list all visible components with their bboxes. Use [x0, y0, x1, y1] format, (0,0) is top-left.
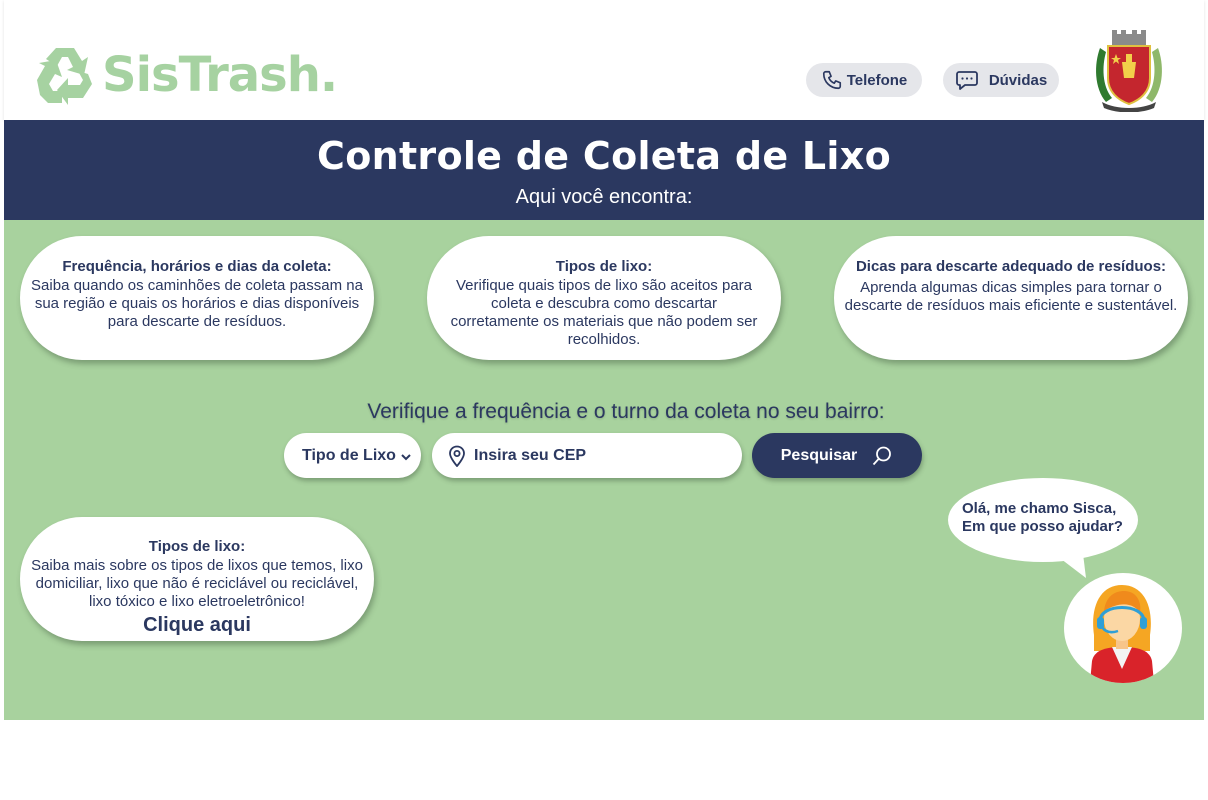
assistant-greeting-line: Olá, me chamo Sisca,: [962, 500, 1117, 517]
header: SisTrash. Telefone Dúvidas: [4, 0, 1204, 120]
phone-label: Telefone: [846, 71, 908, 89]
info-card-waste-types-more: Tipos de lixo: Saiba mais sobre os tipos…: [20, 517, 374, 641]
cep-field[interactable]: [432, 433, 742, 478]
page: SisTrash. Telefone Dúvidas Controle de C…: [4, 0, 1204, 720]
info-card-waste-types: Tipos de lixo: Verifique quais tipos de …: [427, 236, 781, 360]
search-button[interactable]: Pesquisar: [752, 433, 922, 478]
content-area: Frequência, horários e dias da coleta: S…: [4, 220, 1204, 720]
card-body: Saiba quando os caminhões de coleta pass…: [31, 277, 363, 330]
search-icon: [873, 446, 892, 465]
page-title: Controle de Coleta de Lixo: [317, 134, 891, 178]
faq-label: Dúvidas: [988, 71, 1048, 89]
logo[interactable]: SisTrash.: [32, 40, 338, 110]
waste-type-select[interactable]: Tipo de Lixo: [284, 433, 421, 478]
card-title: Frequência, horários e dias da coleta:: [62, 258, 332, 275]
chevron-down-icon: [401, 454, 411, 461]
phone-icon: [822, 70, 841, 90]
page-subtitle: Aqui você encontra:: [515, 186, 693, 208]
card-title: Dicas para descarte adequado de resíduos…: [855, 258, 1167, 275]
cep-input[interactable]: [474, 446, 714, 465]
info-card-schedule: Frequência, horários e dias da coleta: S…: [20, 236, 374, 360]
chat-icon: [955, 71, 978, 90]
hero-banner: Controle de Coleta de Lixo Aqui você enc…: [4, 120, 1204, 220]
assistant-avatar[interactable]: [1064, 573, 1182, 683]
click-here-link[interactable]: Clique aqui: [30, 614, 364, 637]
search-button-label: Pesquisar: [780, 446, 858, 464]
recycle-icon: [37, 48, 92, 105]
search-heading: Verifique a frequência e o turno da cole…: [367, 400, 885, 423]
assistant-avatar-icon: [1090, 585, 1154, 683]
city-coat-of-arms-icon: [1096, 30, 1162, 112]
assistant-greeting-line: Em que posso ajudar?: [962, 518, 1123, 535]
phone-button[interactable]: Telefone: [806, 63, 922, 97]
card-body: Saiba mais sobre os tipos de lixos que t…: [31, 557, 363, 610]
card-title: Tipos de lixo:: [148, 538, 246, 555]
card-title: Tipos de lixo:: [555, 258, 653, 275]
location-pin-icon: [449, 445, 465, 467]
assistant-speech-bubble: Olá, me chamo Sisca, Em que posso ajudar…: [948, 478, 1138, 562]
waste-type-label: Tipo de Lixo: [302, 446, 396, 464]
logo-text: SisTrash.: [102, 47, 338, 103]
info-card-disposal-tips: Dicas para descarte adequado de resíduos…: [834, 236, 1188, 360]
card-body: Aprenda algumas dicas simples para torna…: [844, 279, 1178, 314]
faq-button[interactable]: Dúvidas: [943, 63, 1059, 97]
card-body: Verifique quais tipos de lixo são aceito…: [450, 277, 758, 348]
